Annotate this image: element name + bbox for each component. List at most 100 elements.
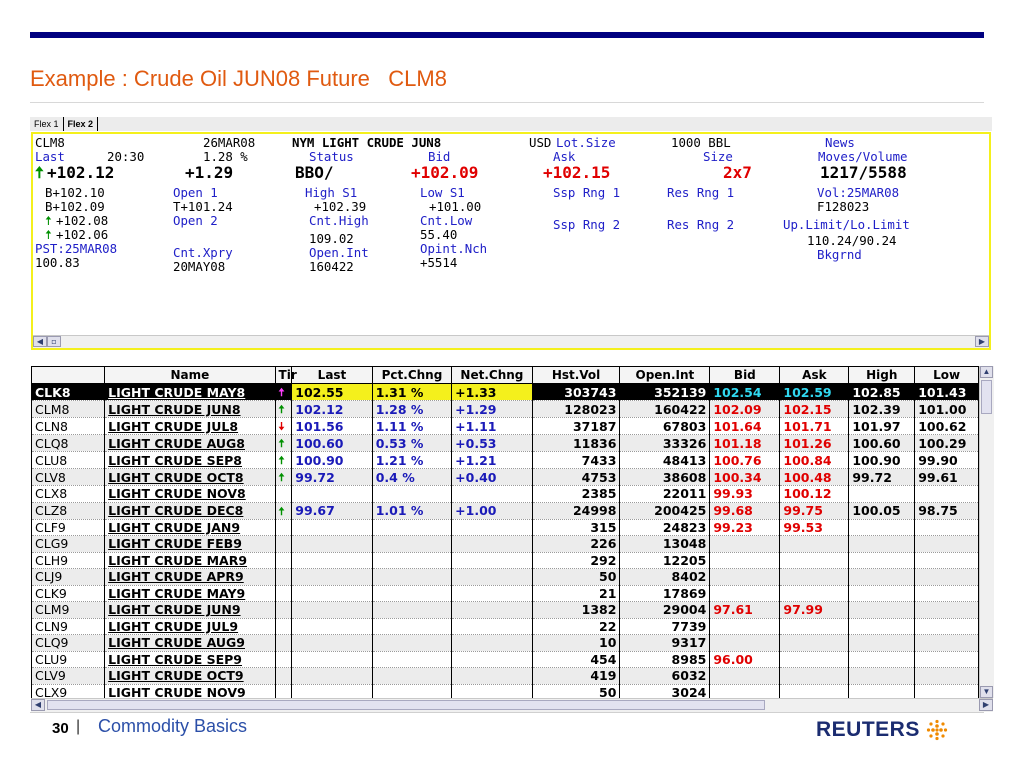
grid-vertical-scrollbar[interactable]: ▲ ▼	[979, 366, 994, 698]
col-header-name[interactable]: Name	[104, 366, 276, 384]
col-header-net-chng[interactable]: Net.Chng	[451, 366, 533, 384]
history-tick-1: B+102.10	[45, 185, 105, 200]
cell-oi: 24823	[619, 519, 711, 536]
scroll-left-icon[interactable]: ◀	[33, 336, 47, 347]
table-row[interactable]: CLN9 LIGHT CRUDE JUL9 22 7739	[31, 618, 979, 635]
table-row[interactable]: CLZ8 LIGHT CRUDE DEC8 🠅 99.67 1.01 % +1.00 249…	[31, 502, 979, 520]
table-row[interactable]: CLK8 LIGHT CRUDE MAY8 🠅 102.55 1.31 % +1.33 30…	[31, 383, 979, 401]
vertical-scroll-thumb[interactable]	[981, 380, 992, 414]
cell-ric: CLG9	[31, 535, 106, 553]
cell-vol: 2385	[532, 485, 621, 503]
cell-bid: 100.76	[709, 451, 781, 469]
cell-oi: 8985	[619, 651, 711, 668]
bkgrnd-link[interactable]: Bkgrnd	[817, 248, 862, 262]
cell-name: LIGHT CRUDE SEP9	[104, 651, 276, 668]
table-row[interactable]: CLG9 LIGHT CRUDE FEB9 226 13048	[31, 535, 979, 553]
cell-oi: 160422	[619, 400, 711, 418]
res-rng-2-label: Res Rng 2	[667, 217, 735, 232]
cell-low: 101.43	[914, 383, 979, 401]
table-row[interactable]: CLJ9 LIGHT CRUDE APR9 50 8402	[31, 568, 979, 586]
table-row[interactable]: CLQ9 LIGHT CRUDE AUG9 10 9317	[31, 634, 979, 652]
table-row[interactable]: CLK9 LIGHT CRUDE MAY9 21 17869	[31, 585, 979, 602]
grid-horizontal-scrollbar[interactable]: ◀ ▶	[31, 698, 993, 712]
scroll-up-icon[interactable]: ▲	[980, 366, 993, 378]
grid-scroll-left-icon[interactable]: ◀	[31, 699, 45, 711]
col-header-low[interactable]: Low	[914, 366, 979, 384]
col-header-tick[interactable]: Tir	[274, 366, 297, 384]
scroll-thumb-grip-icon[interactable]: ▫	[47, 336, 61, 347]
cell-tick: 🠅	[275, 383, 293, 401]
cell-ask: 97.99	[779, 601, 850, 619]
quote-table: Name Tir Last Pct.Chng Net.Chng Hst.Vol …	[31, 366, 979, 701]
scroll-down-icon[interactable]: ▼	[980, 686, 993, 698]
table-row[interactable]: CLU9 LIGHT CRUDE SEP9 454 8985 96.00	[31, 651, 979, 668]
tab-flex-2[interactable]: Flex 2	[64, 117, 99, 131]
ssp-rng-2-label: Ssp Rng 2	[553, 217, 621, 232]
cell-vol: 454	[532, 651, 621, 668]
col-header-high[interactable]: High	[848, 366, 916, 384]
cell-name: LIGHT CRUDE SEP8	[104, 451, 276, 469]
news-link[interactable]: News	[825, 136, 855, 150]
col-header-pct-chng[interactable]: Pct.Chng	[371, 366, 453, 384]
scroll-right-icon[interactable]: ▶	[975, 336, 989, 347]
table-row[interactable]: CLV9 LIGHT CRUDE OCT9 419 6032	[31, 667, 979, 685]
cell-low	[914, 535, 979, 553]
cell-low	[914, 618, 979, 635]
quote-description: NYM LIGHT CRUDE JUN8	[292, 135, 442, 150]
cell-high	[848, 634, 916, 652]
cell-high	[848, 585, 916, 602]
cell-net	[451, 634, 533, 652]
cell-tick	[275, 552, 293, 569]
grid-scroll-right-icon[interactable]: ▶	[979, 699, 993, 711]
col-header-ric[interactable]	[31, 366, 106, 384]
horizontal-scroll-thumb[interactable]	[47, 700, 765, 710]
cell-last: 102.55	[291, 383, 373, 401]
table-row[interactable]: CLQ8 LIGHT CRUDE AUG8 🠅 100.60 0.53 % +0.53 11…	[31, 434, 979, 452]
cell-low: 100.29	[914, 434, 979, 452]
cell-vol: 1382	[532, 601, 621, 619]
cell-high	[848, 618, 916, 635]
cell-last	[291, 568, 373, 586]
cell-pct	[372, 535, 453, 553]
cell-pct	[372, 634, 453, 652]
ssp-rng-1-label: Ssp Rng 1	[553, 185, 621, 200]
footer-separator: |	[76, 718, 81, 735]
cnt-low-value: 55.40	[420, 227, 458, 242]
cell-name: LIGHT CRUDE MAY9	[104, 585, 276, 602]
cell-vol: 50	[532, 568, 621, 586]
tab-flex-1[interactable]: Flex 1	[30, 117, 64, 131]
cell-tick: 🠅	[275, 468, 293, 486]
cell-name: LIGHT CRUDE AUG9	[104, 634, 276, 652]
logo-text: REUTERS	[816, 718, 920, 741]
col-header-open-int[interactable]: Open.Int	[619, 366, 711, 384]
cell-oi: 12205	[619, 552, 711, 569]
cell-low	[914, 585, 979, 602]
table-row[interactable]: CLM8 LIGHT CRUDE JUN8 🠅 102.12 1.28 % +1.29 12…	[31, 400, 979, 418]
cell-ask	[779, 618, 850, 635]
cell-name: LIGHT CRUDE AUG8	[104, 434, 276, 452]
table-row[interactable]: CLF9 LIGHT CRUDE JAN9 315 24823 99.23 99.53	[31, 519, 979, 536]
open-int-label: Open.Int	[309, 245, 369, 260]
col-header-bid[interactable]: Bid	[709, 366, 781, 384]
col-header-hst-vol[interactable]: Hst.Vol	[531, 366, 621, 384]
table-row[interactable]: CLX8 LIGHT CRUDE NOV8 2385 22011 99.93 100.12	[31, 485, 979, 503]
table-row[interactable]: CLM9 LIGHT CRUDE JUN9 1382 29004 97.61 97.99	[31, 601, 979, 619]
table-row[interactable]: CLH9 LIGHT CRUDE MAR9 292 12205	[31, 552, 979, 569]
table-row[interactable]: CLU8 LIGHT CRUDE SEP8 🠅 100.90 1.21 % +1.21 74…	[31, 451, 979, 469]
table-row[interactable]: CLV8 LIGHT CRUDE OCT8 🠅 99.72 0.4 % +0.40 4753…	[31, 468, 979, 486]
cell-pct: 1.11 %	[372, 417, 453, 435]
quote-horizontal-scrollbar[interactable]: ◀ ▫ ▶	[33, 335, 989, 348]
table-row[interactable]: CLN8 LIGHT CRUDE JUL8 🠇 101.56 1.11 % +1.11 37…	[31, 417, 979, 435]
open1-label: Open 1	[173, 185, 218, 200]
cell-last	[291, 634, 373, 652]
col-header-ask[interactable]: Ask	[779, 366, 850, 384]
cell-vol: 303743	[532, 383, 621, 401]
res-rng-1-label: Res Rng 1	[667, 185, 735, 200]
col-header-last[interactable]: Last	[291, 366, 373, 384]
cell-ask: 100.48	[779, 468, 850, 486]
limit-value: 110.24/90.24	[807, 233, 897, 248]
cell-tick	[275, 651, 293, 668]
cell-tick	[275, 585, 293, 602]
cell-ric: CLU8	[31, 451, 106, 469]
cell-net	[451, 535, 533, 553]
